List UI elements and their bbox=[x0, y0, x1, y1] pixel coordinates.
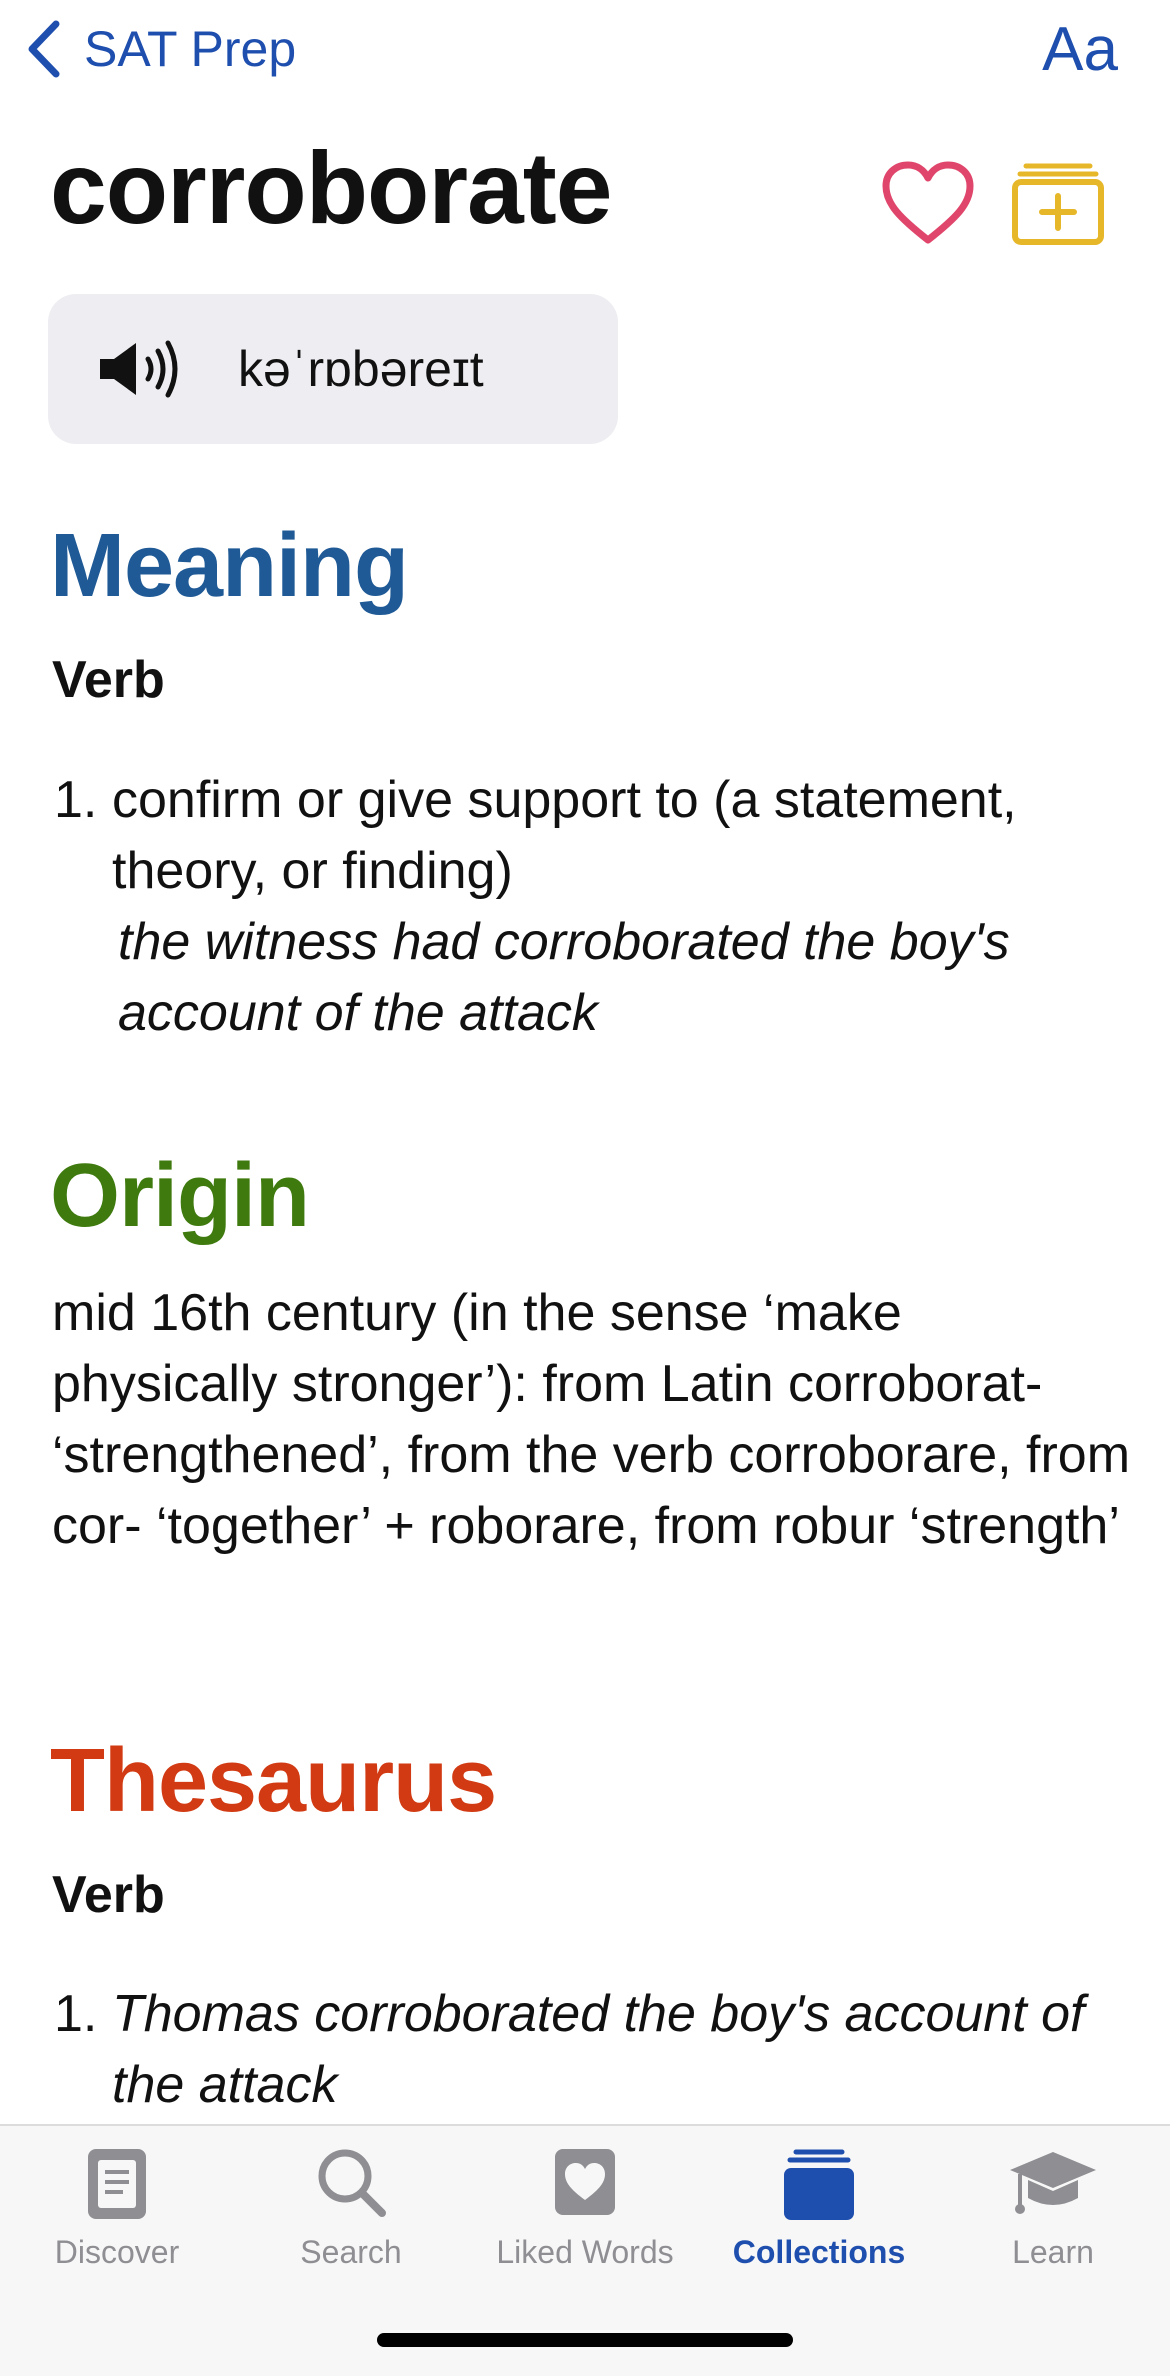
like-heart-icon[interactable] bbox=[880, 160, 976, 246]
tab-label: Search bbox=[300, 2234, 402, 2270]
home-indicator bbox=[377, 2333, 793, 2347]
word-title: corroborate bbox=[50, 131, 612, 245]
font-size-button[interactable]: Aa bbox=[1042, 14, 1118, 85]
tab-discover[interactable]: Discover bbox=[0, 2126, 234, 2296]
heart-icon bbox=[555, 2149, 615, 2215]
meaning-item-number: 1. bbox=[54, 771, 98, 829]
thesaurus-part-of-speech: Verb bbox=[52, 1866, 165, 1924]
origin-text: mid 16th century (in the sense ‘make phy… bbox=[52, 1284, 1131, 1555]
book-icon bbox=[88, 2149, 146, 2219]
navigation-bar: SAT Prep Aa bbox=[0, 0, 1170, 110]
ipa-text: kəˈrɒbəreɪt bbox=[238, 341, 484, 397]
tab-label: Collections bbox=[732, 2234, 906, 2270]
tab-label: Discover bbox=[54, 2234, 180, 2270]
meaning-heading: Meaning bbox=[50, 516, 409, 616]
meaning-example: the witness had corroborated the boy's a… bbox=[118, 913, 1010, 1042]
speaker-icon bbox=[100, 340, 178, 398]
back-label: SAT Prep bbox=[84, 21, 297, 77]
add-to-collection-icon[interactable] bbox=[1012, 160, 1104, 246]
origin-heading: Origin bbox=[50, 1146, 310, 1246]
meaning-definition: confirm or give support to (a statement,… bbox=[112, 771, 1017, 900]
tab-liked-words[interactable]: Liked Words bbox=[468, 2126, 702, 2296]
meaning-part-of-speech: Verb bbox=[52, 651, 165, 709]
thesaurus-heading: Thesaurus bbox=[50, 1731, 497, 1831]
tab-label: Liked Words bbox=[496, 2234, 674, 2270]
search-icon bbox=[318, 2149, 386, 2217]
chevron-left-icon bbox=[28, 20, 60, 78]
pronunciation-button[interactable]: kəˈrɒbəreɪt bbox=[48, 294, 618, 444]
back-button[interactable]: SAT Prep bbox=[22, 12, 296, 86]
collections-icon bbox=[784, 2149, 854, 2220]
graduation-cap-icon bbox=[1010, 2152, 1096, 2214]
tab-learn[interactable]: Learn bbox=[936, 2126, 1170, 2296]
thesaurus-item-number: 1. bbox=[54, 1985, 98, 2043]
tab-label: Learn bbox=[1012, 2234, 1094, 2270]
tab-collections[interactable]: Collections bbox=[702, 2126, 936, 2296]
thesaurus-example[interactable]: Thomas corroborated the boy's account of… bbox=[112, 1979, 1142, 2121]
tab-search[interactable]: Search bbox=[234, 2126, 468, 2296]
